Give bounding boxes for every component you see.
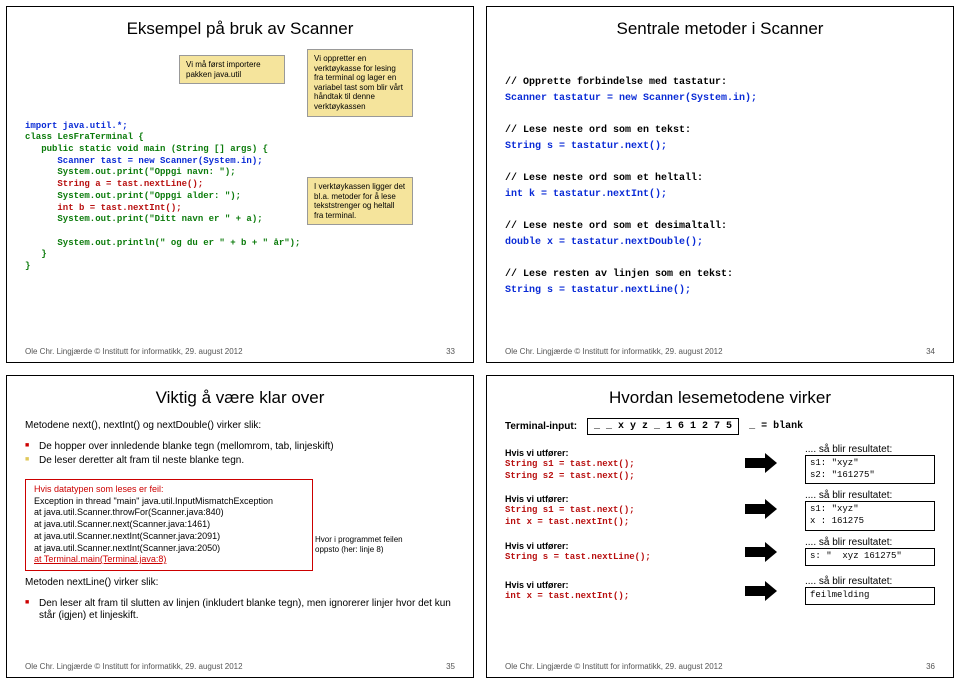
error-title: Hvis datatypen som leses er feil: bbox=[34, 484, 304, 496]
code-line: String s = tastatur.next(); bbox=[505, 141, 667, 152]
error-line: at java.util.Scanner.nextInt(Scanner.jav… bbox=[34, 543, 304, 555]
slide-34: Sentrale metoder i Scanner // Opprette f… bbox=[486, 6, 954, 363]
code-line: import java.util.*; bbox=[25, 121, 128, 131]
slide-footer: Ole Chr. Lingjærde © Institutt for infor… bbox=[25, 347, 455, 356]
slide-33: Eksempel på bruk av Scanner Vi må først … bbox=[6, 6, 474, 363]
error-line: at java.util.Scanner.next(Scanner.java:1… bbox=[34, 519, 304, 531]
code-line: String s1 = tast.next(); bbox=[505, 459, 715, 471]
footer-credit: Ole Chr. Lingjærde © Institutt for infor… bbox=[25, 347, 243, 356]
code-line: System.out.print("Oppgi alder: "); bbox=[25, 191, 241, 201]
terminal-input-label: Terminal-input: bbox=[505, 421, 577, 432]
result-box: feilmelding bbox=[805, 587, 935, 605]
code-line: System.out.print("Ditt navn er " + a); bbox=[25, 214, 263, 224]
comment: // Opprette forbindelse med tastatur: bbox=[505, 77, 727, 88]
bullet: Den leser alt fram til slutten av linjen… bbox=[25, 598, 455, 622]
comment: // Lese neste ord som et heltall: bbox=[505, 173, 703, 184]
code-line: String s1 = tast.next(); bbox=[505, 505, 715, 517]
result-heading: .... så blir resultatet: bbox=[805, 490, 935, 501]
arrow-right-icon bbox=[745, 494, 775, 524]
paragraph: Metoden nextLine() virker slik: bbox=[25, 577, 455, 588]
result-heading: .... så blir resultatet: bbox=[805, 576, 935, 587]
result-box: s1: "xyz" x : 161275 bbox=[805, 501, 935, 530]
code-line: int x = tast.nextInt(); bbox=[505, 591, 715, 603]
code-line: String s = tastatur.nextLine(); bbox=[505, 285, 691, 296]
code-line: public static void main (String [] args)… bbox=[25, 144, 268, 154]
result-box: s: " xyz 161275" bbox=[805, 548, 935, 566]
page-number: 33 bbox=[446, 347, 455, 356]
subheading: Hvis vi utfører: bbox=[505, 494, 715, 504]
slide-36: Hvordan lesemetodene virker Terminal-inp… bbox=[486, 375, 954, 678]
result-line: s1: "xyz" bbox=[810, 504, 930, 516]
page-number: 36 bbox=[926, 662, 935, 671]
footer-credit: Ole Chr. Lingjærde © Institutt for infor… bbox=[505, 347, 723, 356]
bullet: De leser deretter alt fram til neste bla… bbox=[25, 455, 455, 467]
code-line: System.out.print("Oppgi navn: "); bbox=[25, 167, 236, 177]
callout-import: Vi må først importere pakken java.util bbox=[179, 55, 285, 84]
bullet-list: De hopper over innledende blanke tegn (m… bbox=[25, 439, 455, 469]
slide-35: Viktig å være klar over Metodene next(),… bbox=[6, 375, 474, 678]
result-heading: .... så blir resultatet: bbox=[805, 537, 935, 548]
slide-footer: Ole Chr. Lingjærde © Institutt for infor… bbox=[25, 662, 455, 671]
slide-title: Viktig å være klar over bbox=[25, 388, 455, 408]
result-line: x : 161275 bbox=[810, 516, 930, 528]
slide-title: Eksempel på bruk av Scanner bbox=[25, 19, 455, 39]
bullet: De hopper over innledende blanke tegn (m… bbox=[25, 441, 455, 453]
slide-footer: Ole Chr. Lingjærde © Institutt for infor… bbox=[505, 347, 935, 356]
code-line: class LesFraTerminal { bbox=[25, 132, 144, 142]
code-line: String a = tast.nextLine(); bbox=[25, 179, 203, 189]
code-line: Scanner tast = new Scanner(System.in); bbox=[25, 156, 263, 166]
result-box: s1: "xyz" s2: "161275" bbox=[805, 455, 935, 484]
code-block: // Opprette forbindelse med tastatur: Sc… bbox=[505, 59, 935, 315]
result-line: s: " xyz 161275" bbox=[810, 551, 930, 563]
code-line: } bbox=[25, 261, 30, 271]
code-line: String s2 = tast.next(); bbox=[505, 471, 715, 483]
arrow-right-icon bbox=[745, 537, 775, 567]
result-heading: .... så blir resultatet: bbox=[805, 444, 935, 455]
code-line: String s = tast.nextLine(); bbox=[505, 552, 715, 564]
arrow-right-icon bbox=[745, 448, 775, 478]
error-line: at java.util.Scanner.nextInt(Scanner.jav… bbox=[34, 531, 304, 543]
code-line: System.out.println(" og du er " + b + " … bbox=[25, 238, 300, 248]
comment: // Lese neste ord som et desimaltall: bbox=[505, 221, 727, 232]
error-line: Exception in thread "main" java.util.Inp… bbox=[34, 496, 304, 508]
slide-title: Sentrale metoder i Scanner bbox=[505, 19, 935, 39]
terminal-input: _ _ x y z _ 1 6 1 2 7 5 bbox=[587, 418, 739, 435]
slide-footer: Ole Chr. Lingjærde © Institutt for infor… bbox=[505, 662, 935, 671]
code-line: double x = tastatur.nextDouble(); bbox=[505, 237, 703, 248]
error-line: at java.util.Scanner.throwFor(Scanner.ja… bbox=[34, 507, 304, 519]
bullet-list: Den leser alt fram til slutten av linjen… bbox=[25, 596, 455, 624]
footer-credit: Ole Chr. Lingjærde © Institutt for infor… bbox=[25, 662, 243, 671]
page-number: 35 bbox=[446, 662, 455, 671]
error-box: Hvis datatypen som leses er feil: Except… bbox=[25, 479, 313, 571]
result-line: feilmelding bbox=[810, 590, 930, 602]
code-line: int b = tast.nextInt(); bbox=[25, 203, 182, 213]
subheading: Hvis vi utfører: bbox=[505, 448, 715, 458]
blank-legend: _ = blank bbox=[749, 421, 803, 432]
page-number: 34 bbox=[926, 347, 935, 356]
arrow-right-icon bbox=[745, 576, 775, 606]
code-line: Scanner tastatur = new Scanner(System.in… bbox=[505, 93, 757, 104]
slide-title: Hvordan lesemetodene virker bbox=[505, 388, 935, 408]
error-line-highlight: at Terminal.main(Terminal.java:8) bbox=[34, 554, 304, 566]
code-line: int k = tastatur.nextInt(); bbox=[505, 189, 667, 200]
comment: // Lese neste ord som en tekst: bbox=[505, 125, 691, 136]
result-line: s1: "xyz" bbox=[810, 458, 930, 470]
annotation: Hvor i programmet feilen oppsto (her: li… bbox=[315, 535, 405, 554]
callout-toolbox: Vi oppretter en verktøykasse for lesing … bbox=[307, 49, 413, 117]
code-line: } bbox=[25, 249, 47, 259]
subheading: Hvis vi utfører: bbox=[505, 580, 715, 590]
result-line: s2: "161275" bbox=[810, 470, 930, 482]
code-line: int x = tast.nextInt(); bbox=[505, 517, 715, 529]
footer-credit: Ole Chr. Lingjærde © Institutt for infor… bbox=[505, 662, 723, 671]
paragraph: Metodene next(), nextInt() og nextDouble… bbox=[25, 420, 455, 431]
callout-methods: I verktøykassen ligger det bl.a. metoder… bbox=[307, 177, 413, 225]
subheading: Hvis vi utfører: bbox=[505, 541, 715, 551]
comment: // Lese resten av linjen som en tekst: bbox=[505, 269, 733, 280]
